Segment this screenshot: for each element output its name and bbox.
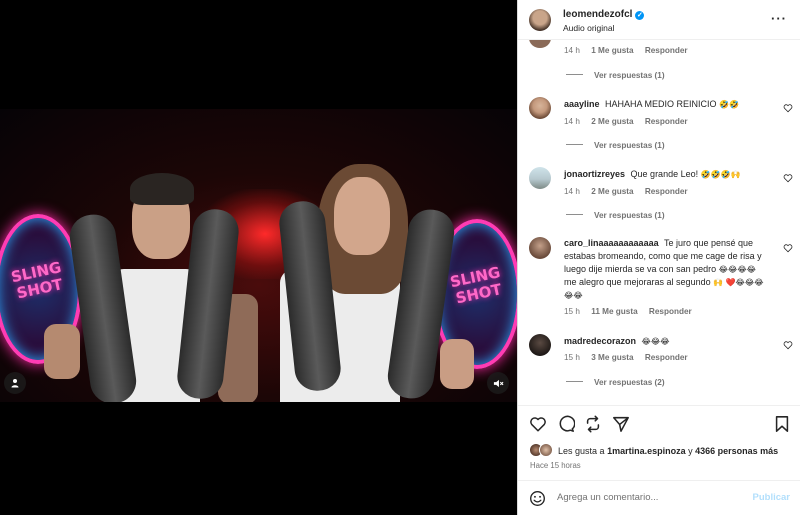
author-row: leomendezofcl ✓ [563, 9, 645, 20]
comment-username[interactable]: jonaortizreyes [564, 169, 625, 179]
comment-text: Que grande Leo! [630, 169, 699, 179]
view-replies[interactable]: Ver respuestas (1) [566, 211, 665, 220]
post-sidebar: leomendezofcl ✓ Audio original ··· 14 h 1… [517, 0, 800, 515]
commenter-avatar[interactable] [529, 167, 551, 189]
reply-button[interactable]: Responder [645, 117, 688, 126]
likes-user[interactable]: 1martina.espinoza [607, 446, 686, 456]
post-header: leomendezofcl ✓ Audio original ··· [518, 0, 800, 40]
publish-button[interactable]: Publicar [753, 492, 791, 503]
sign-left-text: SLING SHOT [9, 258, 65, 303]
replies-divider [566, 214, 583, 215]
add-comment-bar: Publicar [518, 480, 800, 515]
comment-emoji: 😂😂😂 [641, 337, 670, 346]
comment-heart-icon[interactable] [783, 243, 793, 253]
liker-avatar[interactable] [539, 443, 553, 457]
author-avatar[interactable] [529, 9, 551, 31]
comment-meta: 14 h 1 Me gusta Responder [564, 46, 688, 55]
verified-icon: ✓ [635, 10, 645, 20]
heart-icon[interactable] [529, 415, 547, 433]
reply-button[interactable]: Responder [649, 307, 692, 316]
comment-body: aaayline HAHAHA MEDIO REINICIO 🤣🤣 [564, 98, 769, 111]
likes-summary: Les gusta a 1martina.espinoza y 4366 per… [558, 446, 778, 456]
replies-divider [566, 144, 583, 145]
comment-icon[interactable] [557, 415, 575, 433]
likes-prefix: Les gusta a [558, 446, 605, 456]
share-icon[interactable] [584, 415, 602, 433]
view-replies-label: Ver respuestas (2) [594, 378, 665, 387]
comment-body: jonaortizreyes Que grande Leo! 🤣🤣🤣🙌 [564, 168, 769, 181]
rider-man-hair [130, 173, 194, 205]
user-tag-icon [11, 379, 19, 388]
comment-likes[interactable]: 1 Me gusta [591, 46, 633, 55]
comment-username[interactable]: aaayline [564, 99, 600, 109]
comment-time: 14 h [564, 187, 580, 196]
comment-time: 14 h [564, 117, 580, 126]
comment-meta: 15 h 11 Me gusta Responder [564, 307, 692, 316]
bookmark-icon[interactable] [773, 415, 791, 433]
rider-woman-head [334, 177, 390, 255]
mute-button[interactable] [487, 372, 509, 394]
comment-body: caro_linaaaaaaaaaaaa Te juro que pensé q… [564, 237, 769, 302]
comment-body: madredecorazon 😂😂😂 [564, 335, 769, 348]
likes-count[interactable]: 4366 personas más [695, 446, 778, 456]
rider-man-arm-left [44, 324, 80, 379]
commenter-avatar[interactable] [529, 40, 551, 48]
comment-likes[interactable]: 11 Me gusta [591, 307, 637, 316]
emoji-icon[interactable] [529, 490, 546, 507]
rider-woman-arm [440, 339, 474, 389]
comment-input[interactable] [557, 492, 737, 503]
mute-icon [493, 379, 503, 387]
post-media: SLING SHOT SLING SHOT [0, 0, 517, 515]
comment-username[interactable]: caro_linaaaaaaaaaaaa [564, 238, 659, 248]
comment-meta: 15 h 3 Me gusta Responder [564, 353, 688, 362]
reply-button[interactable]: Responder [645, 353, 688, 362]
more-icon[interactable]: ··· [771, 11, 787, 26]
comment-heart-icon[interactable] [783, 173, 793, 183]
commenter-avatar[interactable] [529, 334, 551, 356]
view-replies[interactable]: Ver respuestas (1) [566, 141, 665, 150]
comment-time: 14 h [564, 46, 580, 55]
replies-divider [566, 381, 583, 382]
comment-time: 15 h [564, 353, 580, 362]
replies-divider [566, 74, 583, 75]
comment-likes[interactable]: 2 Me gusta [591, 117, 633, 126]
comment-meta: 14 h 2 Me gusta Responder [564, 117, 688, 126]
author-username[interactable]: leomendezofcl [563, 9, 632, 20]
view-replies[interactable]: Ver respuestas (1) [566, 71, 665, 80]
comment-username[interactable]: madredecorazon [564, 336, 636, 346]
view-replies-label: Ver respuestas (1) [594, 71, 665, 80]
post-time[interactable]: Hace 15 horas [530, 461, 581, 470]
post-actions: Les gusta a 1martina.espinoza y 4366 per… [518, 405, 800, 485]
commenter-avatar[interactable] [529, 237, 551, 259]
comment-text-2: me alegro que mejoraras al segundo [564, 277, 711, 287]
view-replies-label: Ver respuestas (1) [594, 141, 665, 150]
comment-time: 15 h [564, 307, 580, 316]
comment-emoji-2: 🙌 [713, 278, 724, 287]
comment-likes[interactable]: 2 Me gusta [591, 187, 633, 196]
comment-emoji: 🤣🤣🤣🙌 [700, 170, 741, 179]
likes-connector: y [688, 446, 693, 456]
send-icon[interactable] [612, 415, 630, 433]
comments-list[interactable]: 14 h 1 Me gusta Responder Ver respuestas… [518, 40, 800, 405]
view-replies-label: Ver respuestas (1) [594, 211, 665, 220]
reply-button[interactable]: Responder [645, 187, 688, 196]
comment-meta: 14 h 2 Me gusta Responder [564, 187, 688, 196]
comment-text: HAHAHA MEDIO REINICIO [605, 99, 717, 109]
view-replies[interactable]: Ver respuestas (2) [566, 378, 665, 387]
user-tag-button[interactable] [4, 372, 26, 394]
comment-likes[interactable]: 3 Me gusta [591, 353, 633, 362]
audio-label[interactable]: Audio original [563, 23, 615, 33]
commenter-avatar[interactable] [529, 97, 551, 119]
sign-right-text: SLING SHOT [448, 263, 504, 308]
comment-emoji: 😂😂😂😂 [718, 265, 757, 274]
comment-heart-icon[interactable] [783, 103, 793, 113]
comment-heart-icon[interactable] [783, 340, 793, 350]
video-player[interactable]: SLING SHOT SLING SHOT [0, 109, 517, 402]
comment-emoji: 🤣🤣 [719, 100, 739, 109]
reply-button[interactable]: Responder [645, 46, 688, 55]
